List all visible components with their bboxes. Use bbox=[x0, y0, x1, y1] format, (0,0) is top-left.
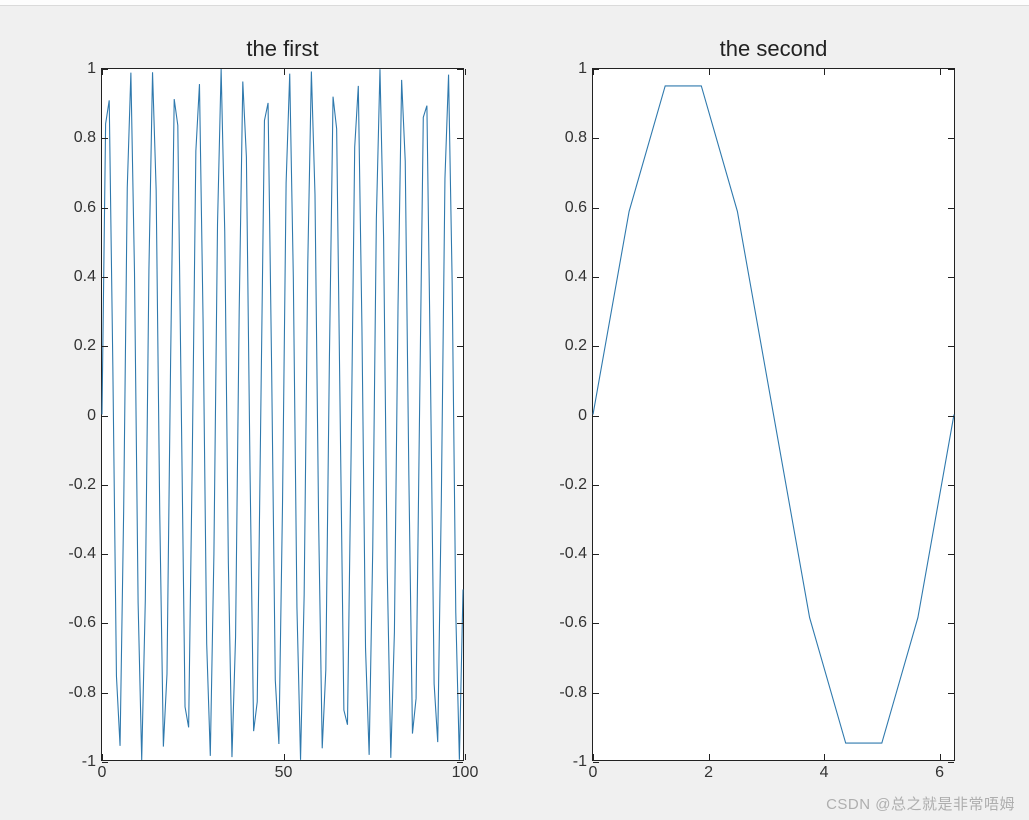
chart-title-2: the second bbox=[592, 36, 955, 62]
y-tick-label: 1 bbox=[578, 60, 593, 78]
series-line bbox=[593, 86, 954, 743]
y-tick-label: 0.6 bbox=[74, 199, 102, 217]
y-tick-label: -0.8 bbox=[559, 684, 593, 702]
x-tick-label: 4 bbox=[820, 760, 829, 782]
line-plot-1 bbox=[102, 69, 463, 760]
figure-canvas: the first -1-0.8-0.6-0.4-0.200.20.40.60.… bbox=[0, 6, 1029, 820]
axes-2: -1-0.8-0.6-0.4-0.200.20.40.60.810246 bbox=[592, 68, 955, 761]
series-line bbox=[102, 69, 463, 760]
y-tick-label: 1 bbox=[87, 60, 102, 78]
line-plot-2 bbox=[593, 69, 954, 760]
watermark-text: CSDN @总之就是非常唔姆 bbox=[826, 793, 1015, 814]
y-tick-label: -0.4 bbox=[68, 545, 102, 563]
x-tick-label: 2 bbox=[704, 760, 713, 782]
x-tick-label: 0 bbox=[589, 760, 598, 782]
y-tick-label: -0.2 bbox=[559, 476, 593, 494]
y-tick-label: -0.6 bbox=[559, 614, 593, 632]
y-tick-label: 0 bbox=[578, 407, 593, 425]
y-tick-label: -0.6 bbox=[68, 614, 102, 632]
y-tick-label: 0.4 bbox=[74, 268, 102, 286]
chart-title-1: the first bbox=[101, 36, 464, 62]
x-tick-label: 50 bbox=[275, 760, 293, 782]
y-tick-label: -0.2 bbox=[68, 476, 102, 494]
x-tick-label: 100 bbox=[452, 760, 479, 782]
y-tick-label: -0.4 bbox=[559, 545, 593, 563]
y-tick-label: 0.2 bbox=[74, 337, 102, 355]
axes-1: -1-0.8-0.6-0.4-0.200.20.40.60.81050100 bbox=[101, 68, 464, 761]
y-tick-label: 0.6 bbox=[565, 199, 593, 217]
y-tick-label: -0.8 bbox=[68, 684, 102, 702]
x-tick-label: 0 bbox=[98, 760, 107, 782]
y-tick-label: 0 bbox=[87, 407, 102, 425]
y-tick-label: 0.2 bbox=[565, 337, 593, 355]
x-tick-label: 6 bbox=[935, 760, 944, 782]
y-tick-label: 0.4 bbox=[565, 268, 593, 286]
y-tick-label: 0.8 bbox=[74, 129, 102, 147]
y-tick-label: 0.8 bbox=[565, 129, 593, 147]
